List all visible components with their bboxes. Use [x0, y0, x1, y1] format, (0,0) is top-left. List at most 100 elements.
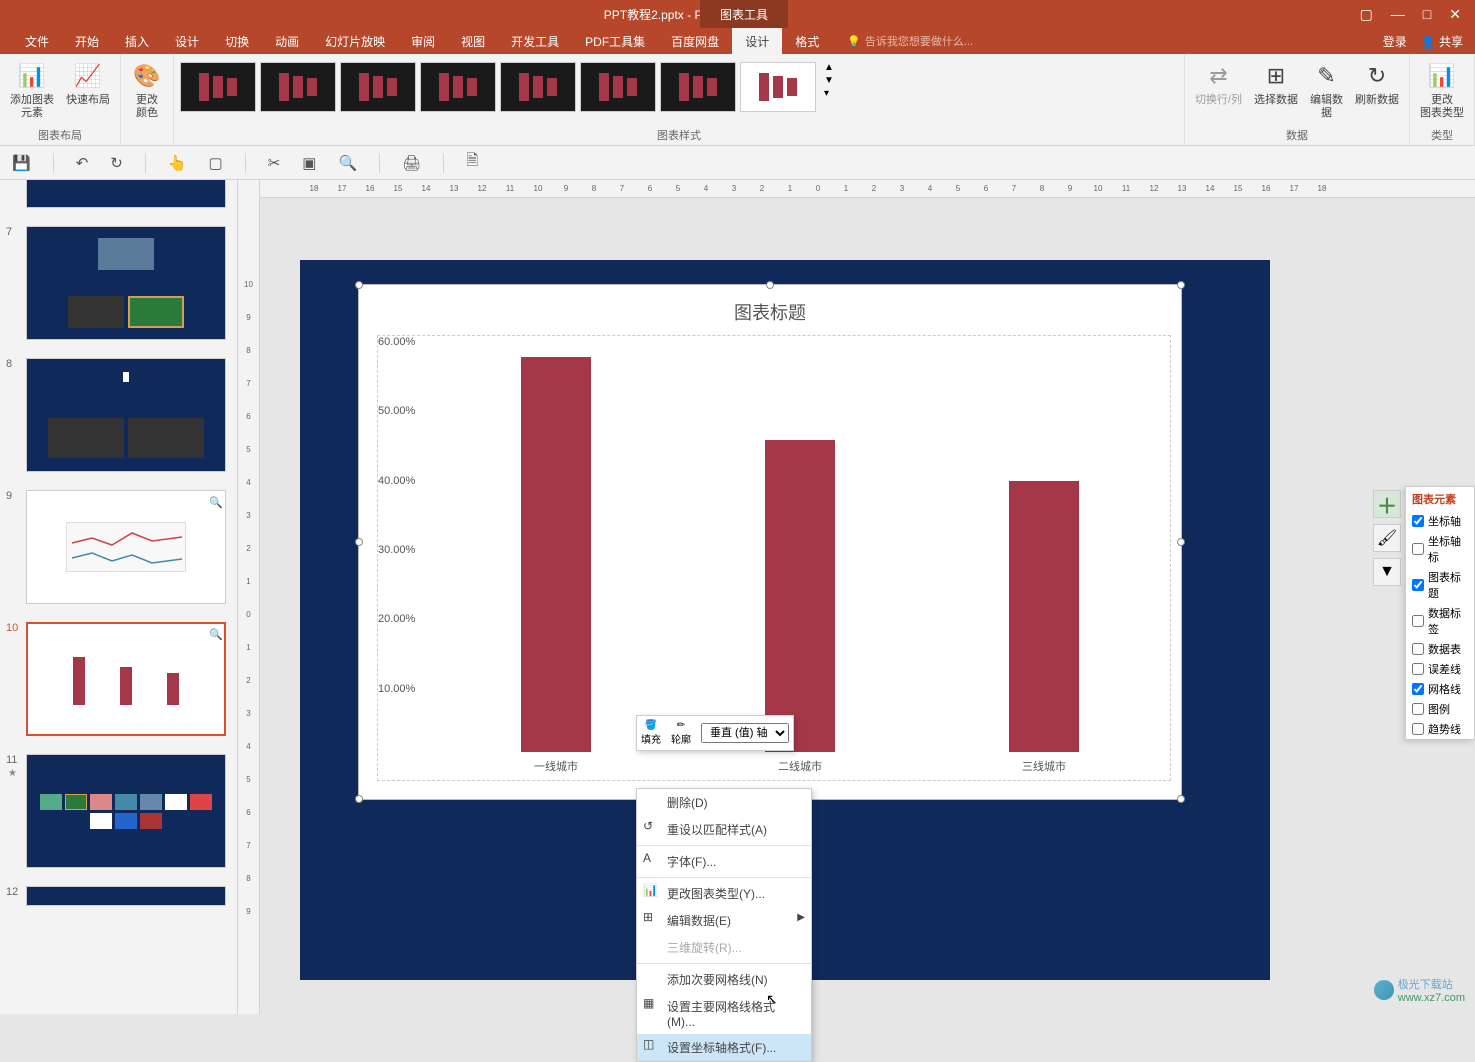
- undo-icon[interactable]: ↶: [76, 154, 89, 172]
- y-axis[interactable]: 60.00% 50.00% 40.00% 30.00% 20.00% 10.00…: [378, 336, 428, 752]
- cut-icon[interactable]: ✂: [268, 154, 281, 172]
- style-gallery-up-icon[interactable]: ▲: [824, 62, 834, 73]
- chart-element-checkbox[interactable]: [1412, 663, 1424, 675]
- chart-element-checkbox[interactable]: [1412, 643, 1424, 655]
- quick-layout-button[interactable]: 📈 快速布局: [62, 58, 114, 109]
- redo-icon[interactable]: ↻: [110, 154, 123, 172]
- print-icon[interactable]: 🖨: [402, 154, 421, 172]
- chart-style-8[interactable]: [740, 62, 816, 112]
- chart-style-2[interactable]: [260, 62, 336, 112]
- chart-element-checkbox[interactable]: [1412, 723, 1424, 735]
- menu-edit-data[interactable]: ⊞编辑数据(E)▶: [637, 907, 811, 934]
- tab-baidu[interactable]: 百度网盘: [658, 28, 732, 54]
- chart-style-6[interactable]: [580, 62, 656, 112]
- chart-element-option[interactable]: 网格线: [1406, 679, 1474, 699]
- chart-style-5[interactable]: [500, 62, 576, 112]
- chart-style-3[interactable]: [340, 62, 416, 112]
- chart-filters-button[interactable]: ▼: [1373, 558, 1401, 586]
- selection-handle[interactable]: [355, 538, 363, 546]
- chart-element-option[interactable]: 误差线: [1406, 659, 1474, 679]
- tab-home[interactable]: 开始: [62, 28, 112, 54]
- switch-row-col-button[interactable]: ⇄切换行/列: [1191, 58, 1246, 109]
- zoom-icon[interactable]: 🔍: [338, 154, 357, 172]
- chart-element-option[interactable]: 坐标轴: [1406, 511, 1474, 531]
- selection-handle[interactable]: [355, 281, 363, 289]
- slide-editor[interactable]: 109876543210123456789 181716151413121110…: [238, 180, 1475, 1014]
- slide-thumb-8[interactable]: 8: [8, 358, 229, 472]
- save-icon[interactable]: 💾: [12, 154, 31, 172]
- ribbon-options-icon[interactable]: ▢: [1360, 6, 1373, 23]
- style-gallery-more-icon[interactable]: ▾: [824, 88, 834, 99]
- chart-bar[interactable]: [521, 357, 591, 752]
- tab-insert[interactable]: 插入: [112, 28, 162, 54]
- chart-element-option[interactable]: 坐标轴标: [1406, 531, 1474, 567]
- chart-element-option[interactable]: 数据表: [1406, 639, 1474, 659]
- chart-elements-button[interactable]: ＋: [1373, 490, 1401, 518]
- style-gallery-down-icon[interactable]: ▼: [824, 75, 834, 86]
- start-from-beginning-icon[interactable]: ▢: [209, 154, 223, 172]
- tab-chart-design[interactable]: 设计: [732, 28, 782, 54]
- chart-element-checkbox[interactable]: [1412, 543, 1424, 555]
- menu-font[interactable]: A字体(F)...: [637, 848, 811, 875]
- slide-thumbnails-panel[interactable]: 7 8 9 🔍: [0, 180, 238, 1014]
- menu-add-minor-gridlines[interactable]: 添加次要网格线(N): [637, 966, 811, 993]
- tab-file[interactable]: 文件: [12, 28, 62, 54]
- tab-chart-format[interactable]: 格式: [782, 28, 832, 54]
- slide-thumb-7[interactable]: 7: [8, 226, 229, 340]
- chart-styles-button[interactable]: 🖌: [1373, 524, 1401, 552]
- tab-animations[interactable]: 动画: [262, 28, 312, 54]
- new-slide-icon[interactable]: 🗎: [466, 150, 478, 175]
- restore-button[interactable]: □: [1423, 6, 1431, 23]
- minimize-button[interactable]: —: [1391, 6, 1405, 23]
- slide-thumb-12[interactable]: 12: [8, 886, 229, 906]
- touch-mode-icon[interactable]: 👆: [168, 154, 187, 172]
- selection-handle[interactable]: [1177, 281, 1185, 289]
- tab-developer[interactable]: 开发工具: [498, 28, 572, 54]
- chart-style-7[interactable]: [660, 62, 736, 112]
- chart-element-option[interactable]: 趋势线: [1406, 719, 1474, 739]
- edit-data-button[interactable]: ✎编辑数 据: [1306, 58, 1347, 122]
- tab-pdf[interactable]: PDF工具集: [572, 28, 658, 54]
- share-button[interactable]: 👤 共享: [1421, 33, 1463, 50]
- tab-view[interactable]: 视图: [448, 28, 498, 54]
- chart-title[interactable]: 图表标题: [359, 285, 1181, 333]
- slide-thumb-6[interactable]: [8, 180, 229, 208]
- select-data-button[interactable]: ⊞选择数据: [1250, 58, 1302, 109]
- chart-bar[interactable]: [765, 440, 835, 752]
- chart-element-checkbox[interactable]: [1412, 579, 1424, 591]
- slide-thumb-10[interactable]: 10 🔍: [8, 622, 229, 736]
- change-chart-type-button[interactable]: 📊更改 图表类型: [1416, 58, 1468, 122]
- tab-design-slide[interactable]: 设计: [162, 28, 212, 54]
- outline-button[interactable]: ✏轮廓: [671, 720, 691, 746]
- fill-button[interactable]: 🪣填充: [641, 720, 661, 746]
- chart-element-option[interactable]: 数据标签: [1406, 603, 1474, 639]
- add-chart-element-button[interactable]: 📊 添加图表 元素: [6, 58, 58, 122]
- chart-element-checkbox[interactable]: [1412, 703, 1424, 715]
- axis-selector[interactable]: 垂直 (值) 轴: [701, 723, 789, 743]
- chart-element-checkbox[interactable]: [1412, 515, 1424, 527]
- slideshow-icon[interactable]: ▣: [302, 154, 316, 172]
- tab-transitions[interactable]: 切换: [212, 28, 262, 54]
- menu-delete[interactable]: 删除(D): [637, 789, 811, 816]
- selection-handle[interactable]: [1177, 538, 1185, 546]
- menu-reset-style[interactable]: ↺重设以匹配样式(A): [637, 816, 811, 843]
- chart-style-gallery[interactable]: [180, 62, 816, 112]
- selection-handle[interactable]: [766, 281, 774, 289]
- chart-element-checkbox[interactable]: [1412, 615, 1424, 627]
- tab-review[interactable]: 审阅: [398, 28, 448, 54]
- selection-handle[interactable]: [355, 795, 363, 803]
- tab-slideshow[interactable]: 幻灯片放映: [312, 28, 398, 54]
- chart-bar[interactable]: [1009, 481, 1079, 752]
- tell-me-search[interactable]: 💡 告诉我您想要做什么...: [847, 33, 973, 49]
- chart-element-option[interactable]: 图例: [1406, 699, 1474, 719]
- chart-element-option[interactable]: 图表标题: [1406, 567, 1474, 603]
- slide-thumb-9[interactable]: 9 🔍: [8, 490, 229, 604]
- slide-thumb-11[interactable]: 11 ★: [8, 754, 229, 868]
- change-colors-button[interactable]: 🎨 更改 颜色: [127, 58, 167, 122]
- close-button[interactable]: ✕: [1449, 6, 1461, 23]
- menu-format-axis[interactable]: ◫设置坐标轴格式(F)...: [637, 1034, 811, 1061]
- login-link[interactable]: 登录: [1383, 33, 1407, 50]
- menu-change-chart-type[interactable]: 📊更改图表类型(Y)...: [637, 880, 811, 907]
- chart-style-4[interactable]: [420, 62, 496, 112]
- chart-element-checkbox[interactable]: [1412, 683, 1424, 695]
